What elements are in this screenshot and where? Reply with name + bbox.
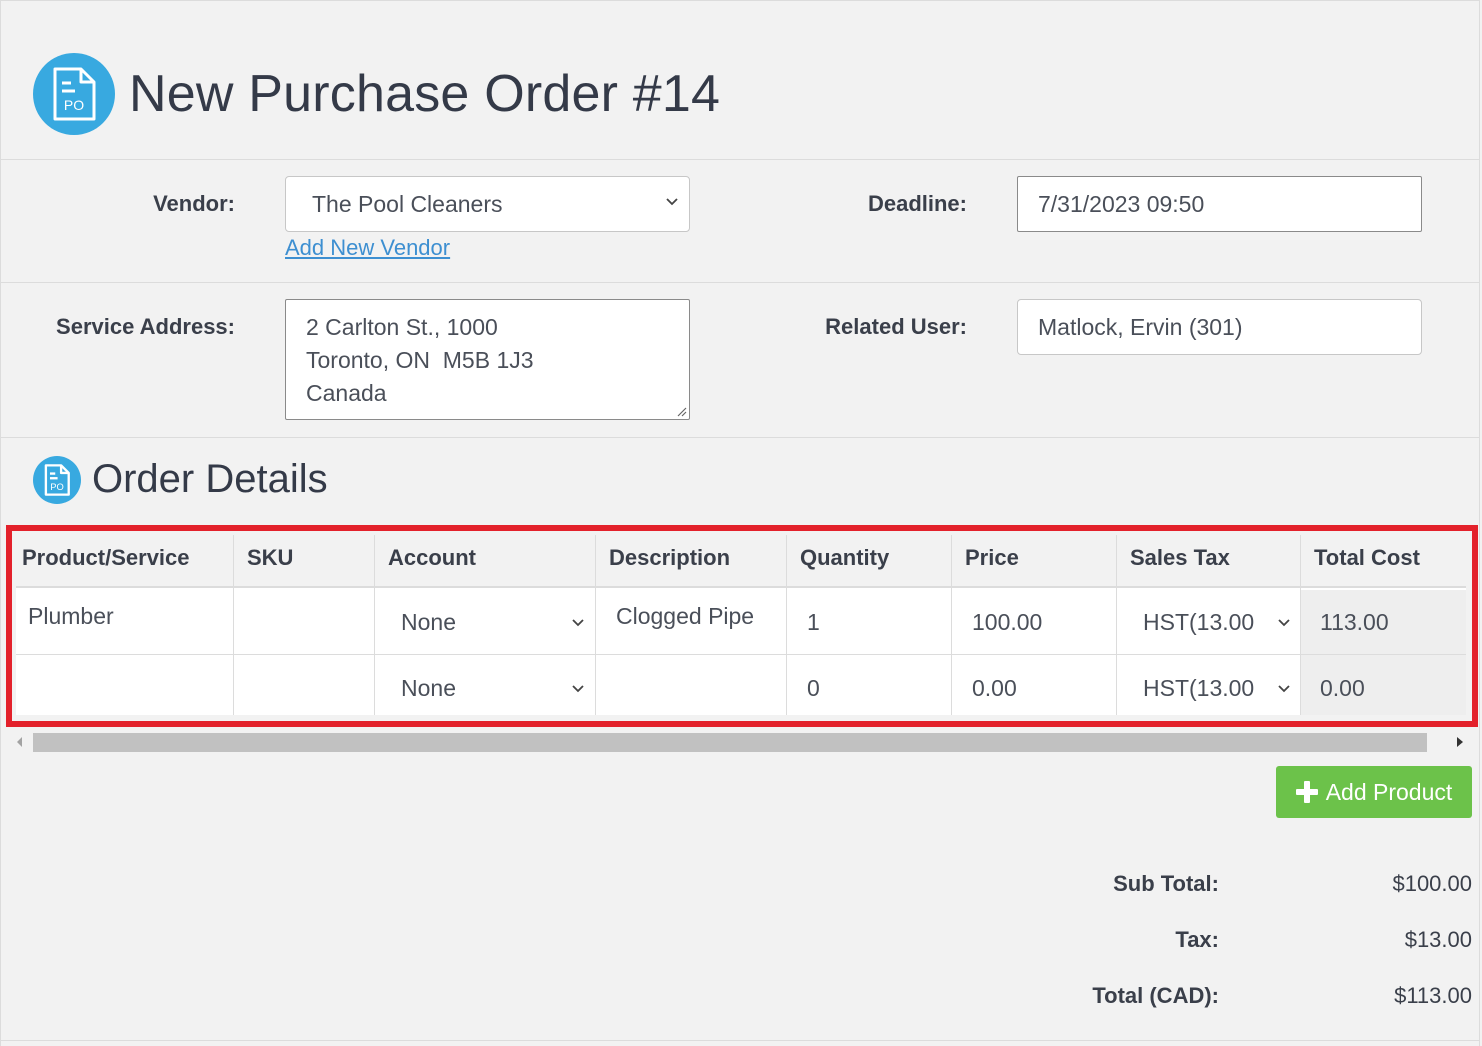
po-badge: PO [50,482,64,492]
horizontal-scrollbar[interactable] [14,732,1468,754]
order-details-title: Order Details [92,457,328,501]
service-address-label: Service Address: [56,314,235,339]
related-user-label: Related User: [825,314,967,339]
add-product-label: Add Product [1325,778,1453,805]
vendor-label: Vendor: [153,191,235,216]
address-line: 2 Carlton St., 1000 [306,314,498,340]
plus-icon [1295,781,1318,803]
table-highlight-box [6,525,1478,727]
chevron-down-icon [666,198,678,206]
page-frame [0,0,1480,1046]
vendor-select-value: The Pool Cleaners [312,190,503,217]
divider [1,282,1479,283]
scrollbar-thumb[interactable] [33,733,1427,752]
subtotal-label: Sub Total: [1113,871,1219,896]
scroll-right-icon[interactable] [1457,737,1463,747]
po-badge: PO [64,97,84,113]
deadline-label: Deadline: [867,191,967,216]
add-product-button[interactable]: Add Product [1276,766,1472,818]
resize-grip-icon[interactable] [675,405,687,417]
deadline-input[interactable]: 7/31/2023 09:50 [1017,176,1422,232]
vendor-select[interactable]: The Pool Cleaners [285,176,690,232]
service-address-textarea[interactable]: 2 Carlton St., 1000 Toronto, ON M5B 1J3 … [285,299,690,420]
address-line: Toronto, ON M5B 1J3 [306,347,534,373]
deadline-value: 7/31/2023 09:50 [1038,190,1205,217]
related-user-input[interactable]: Matlock, Ervin (301) [1017,299,1422,355]
scroll-left-icon[interactable] [17,737,22,747]
divider [1,159,1479,160]
total-value: $113.00 [1394,983,1472,1008]
address-line: Canada [306,380,387,406]
tax-value: $13.00 [1404,927,1472,952]
add-new-vendor-link[interactable]: Add New Vendor [285,235,450,261]
related-user-value: Matlock, Ervin (301) [1038,313,1243,340]
order-details-icon: PO [33,456,81,504]
purchase-order-icon: PO [33,53,115,135]
tax-label: Tax: [1175,927,1219,952]
divider [1,437,1479,438]
subtotal-value: $100.00 [1392,871,1472,896]
divider [1,1040,1479,1041]
page-title: New Purchase Order #14 [129,65,721,123]
total-label: Total (CAD): [1092,983,1219,1008]
